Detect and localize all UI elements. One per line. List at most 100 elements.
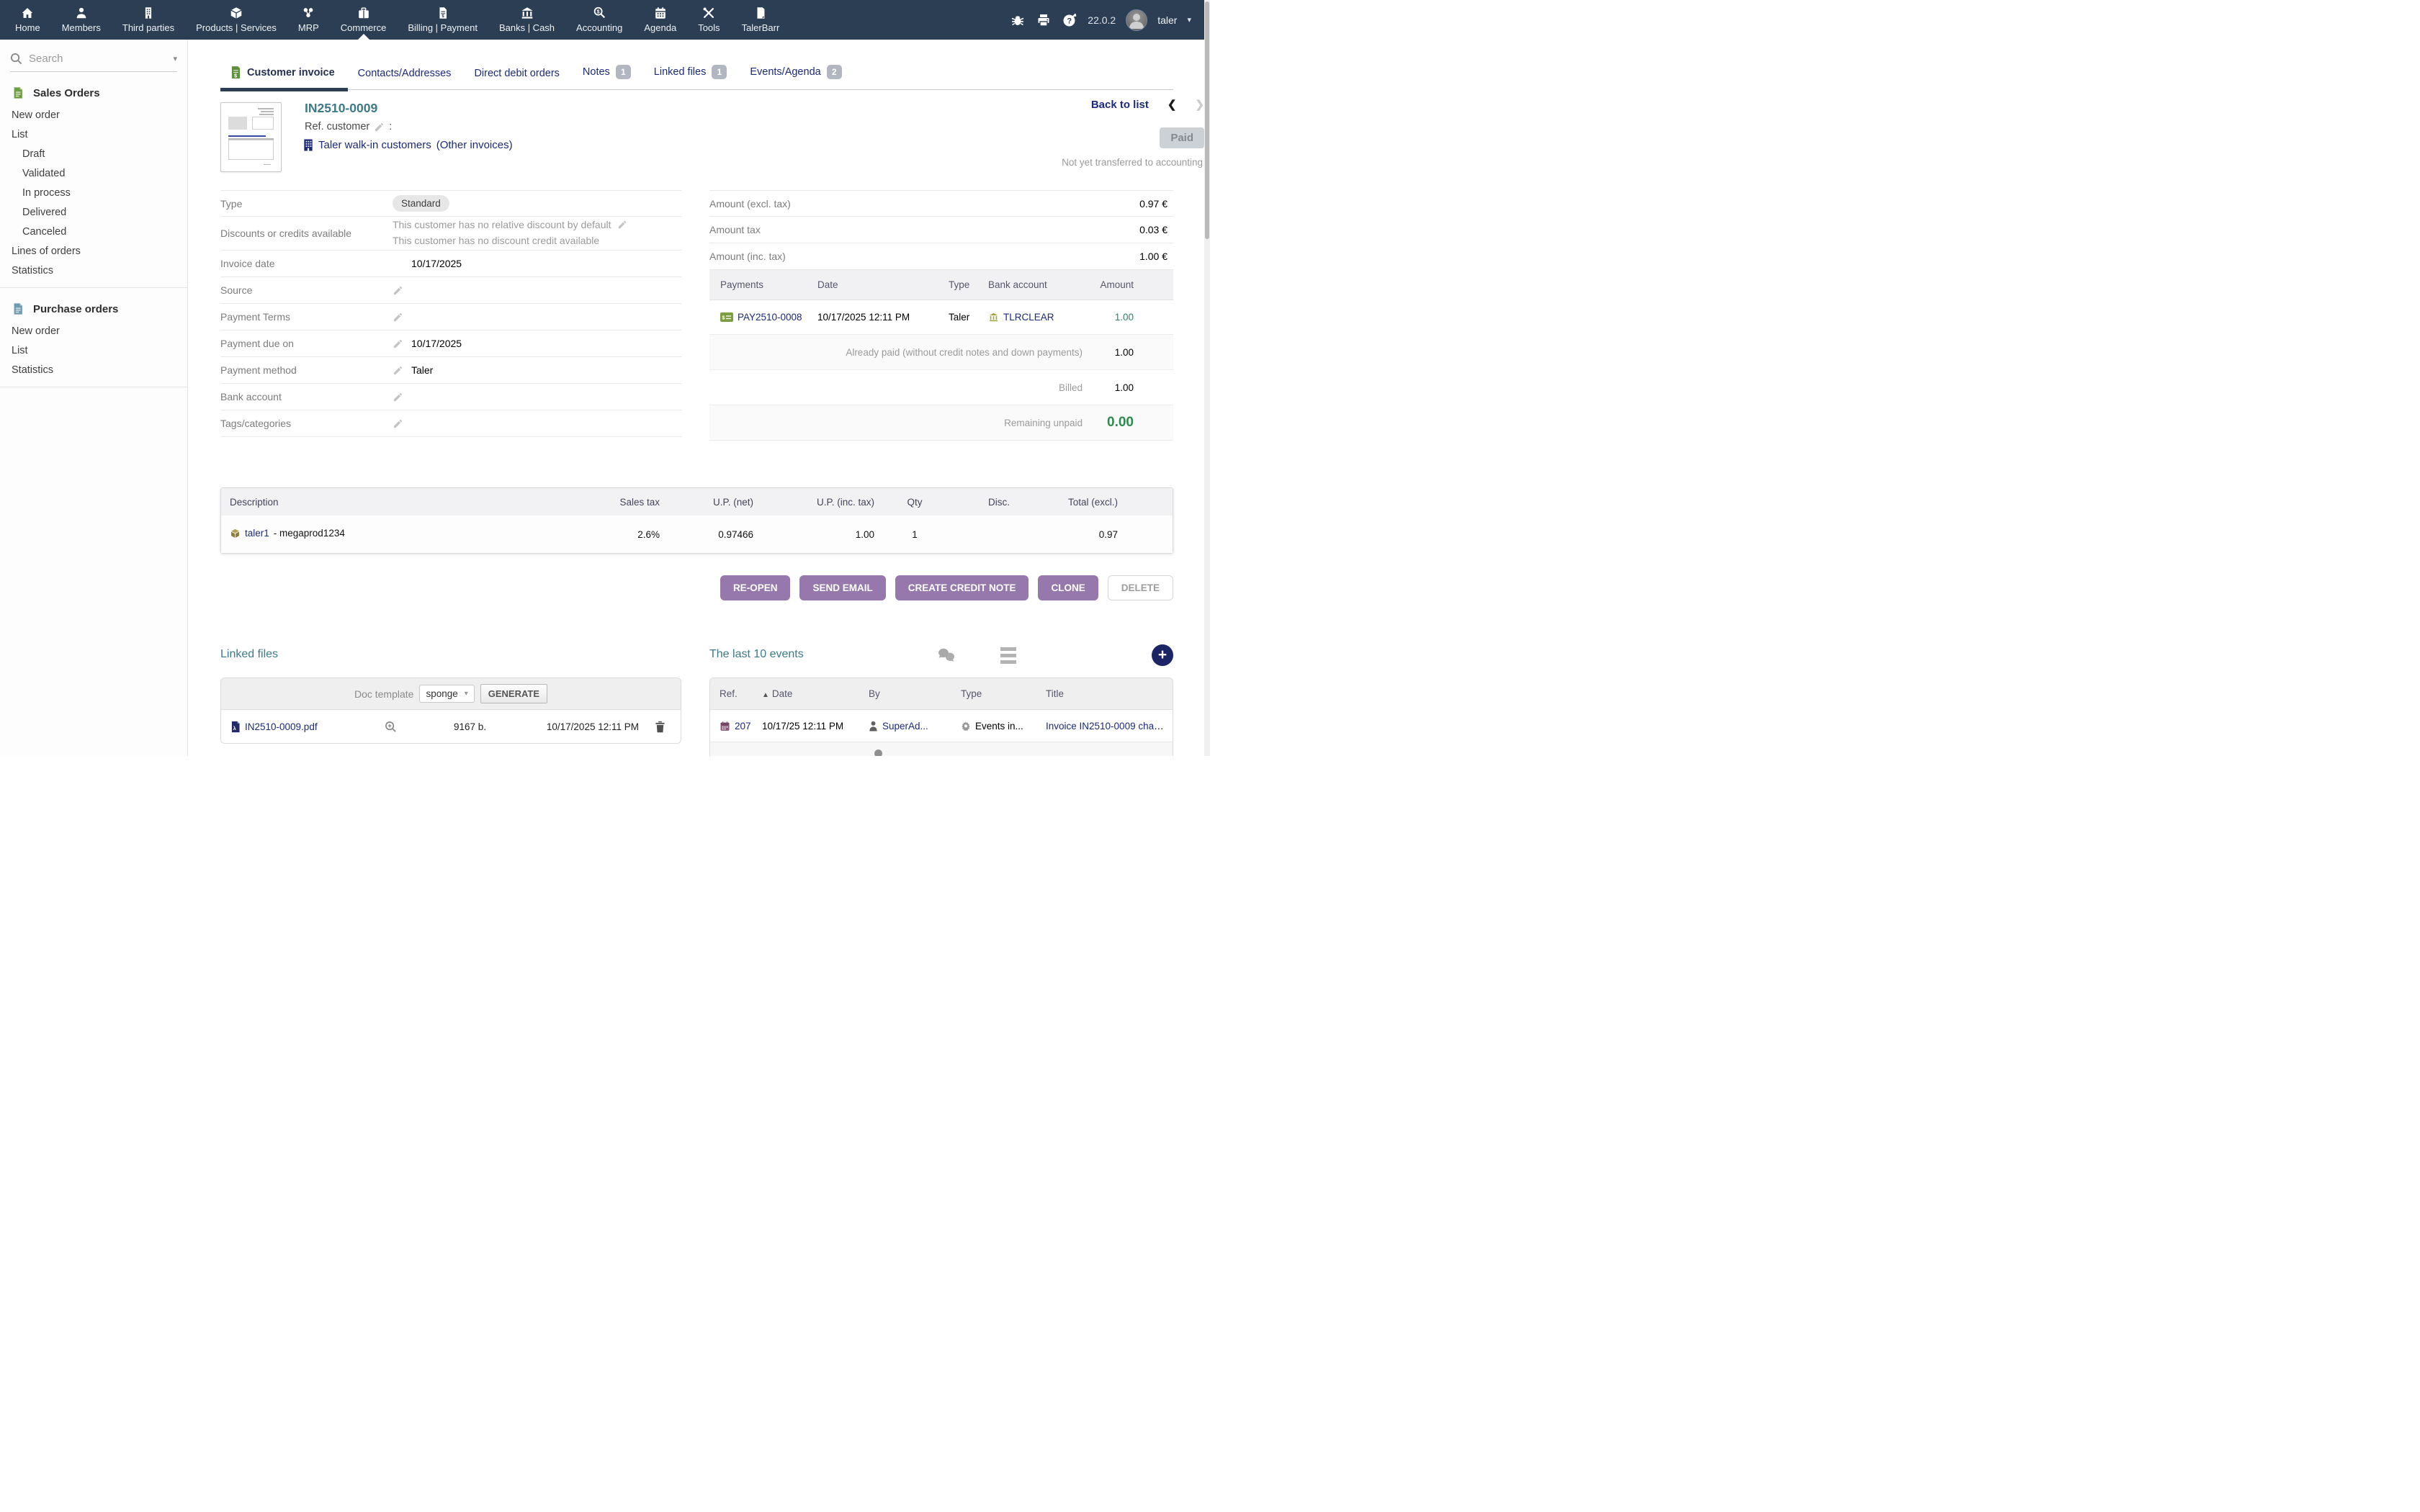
clone-button[interactable]: CLONE [1038, 575, 1098, 600]
linked-file-link[interactable]: IN2510-0009.pdf [245, 721, 318, 732]
sidebar-purchase-orders-title[interactable]: Purchase orders [0, 300, 187, 321]
sidebar-item-in-process[interactable]: In process [0, 183, 187, 202]
reopen-button[interactable]: RE-OPEN [720, 575, 791, 600]
sidebar-item-list[interactable]: List [0, 125, 187, 144]
edit-pencil-icon[interactable] [393, 392, 403, 402]
create-credit-note-button[interactable]: CREATE CREDIT NOTE [895, 575, 1029, 600]
col-header[interactable]: Title [1046, 688, 1173, 699]
nav-third-parties[interactable]: Third parties [112, 0, 185, 40]
tab-direct-debit-orders[interactable]: Direct debit orders [464, 60, 572, 89]
add-event-icon[interactable]: + [1152, 644, 1173, 666]
sidebar-item-po-statistics[interactable]: Statistics [0, 360, 187, 379]
tab-notes[interactable]: Notes 1 [573, 58, 644, 89]
event-author-link[interactable]: SuperAd... [882, 721, 928, 732]
bank-account-link[interactable]: TLRCLEAR [1003, 312, 1054, 323]
sum-label: Billed [709, 382, 1101, 393]
tab-contacts-addresses[interactable]: Contacts/Addresses [348, 60, 465, 89]
customer-link[interactable]: Taler walk-in customers [318, 139, 431, 151]
bug-report-icon[interactable] [1010, 12, 1026, 28]
event-row-partial [710, 742, 1173, 756]
nav-talerbarr[interactable]: TalerBarr [731, 0, 791, 40]
col-header: Payments [709, 279, 817, 290]
user-name[interactable]: taler [1157, 14, 1177, 26]
nav-members[interactable]: Members [51, 0, 112, 40]
search-caret-icon[interactable]: ▾ [173, 54, 177, 63]
invoice-pdf-thumbnail[interactable] [220, 102, 282, 172]
main-menu: Home Members Third parties Products | Se… [0, 0, 790, 40]
edit-pencil-icon[interactable] [393, 312, 403, 323]
field-label: Invoice date [220, 258, 393, 269]
edit-pencil-icon[interactable] [393, 418, 403, 429]
col-header: Sales tax [582, 488, 667, 516]
event-type: Events in... [975, 721, 1023, 732]
user-menu-chevron-icon[interactable]: ▾ [1187, 15, 1191, 24]
col-header-date[interactable]: ▲Date [762, 688, 869, 699]
tab-linked-files[interactable]: Linked files 1 [644, 58, 740, 89]
sidebar-item-po-new-order[interactable]: New order [0, 321, 187, 341]
nav-tools[interactable]: Tools [687, 0, 730, 40]
col-header[interactable]: Ref. [710, 688, 762, 699]
preview-zoom-icon[interactable] [374, 721, 407, 733]
sidebar-item-canceled[interactable]: Canceled [0, 222, 187, 241]
edit-pencil-icon[interactable] [393, 285, 403, 296]
nav-mrp[interactable]: MRP [287, 0, 330, 40]
previous-record-chevron-icon[interactable]: ❮ [1168, 98, 1177, 111]
field-label: Source [220, 284, 393, 296]
edit-pencil-icon[interactable] [374, 122, 385, 132]
nav-accounting[interactable]: $ Accounting [565, 0, 633, 40]
delete-file-trash-icon[interactable] [639, 721, 681, 733]
help-icon[interactable]: ? [1062, 12, 1077, 28]
generate-button[interactable]: GENERATE [480, 684, 547, 703]
col-header: Type [949, 279, 988, 290]
product-desc-suffix: - megaprod1234 [274, 528, 345, 539]
tab-customer-invoice[interactable]: $ Customer invoice [220, 58, 348, 89]
nav-products[interactable]: Products | Services [185, 0, 287, 40]
top-navbar: Home Members Third parties Products | Se… [0, 0, 1210, 40]
remaining-unpaid-row: Remaining unpaid 0.00 [709, 405, 1173, 441]
event-ref-link[interactable]: 207 [735, 721, 751, 732]
svg-text:?: ? [1067, 17, 1072, 25]
send-email-button[interactable]: SEND EMAIL [799, 575, 885, 600]
sidebar-sales-orders-title[interactable]: Sales Orders [0, 84, 187, 105]
col-header[interactable]: By [869, 688, 961, 699]
product-link[interactable]: taler1 [245, 528, 269, 539]
amount-excl-row: Amount (excl. tax) 0.97 € [709, 190, 1173, 217]
nav-commerce[interactable]: Commerce [330, 0, 398, 40]
messages-icon[interactable] [937, 647, 956, 663]
sidebar-item-new-order[interactable]: New order [0, 105, 187, 125]
search-input[interactable] [29, 53, 144, 65]
field-row-payment-terms: Payment Terms [220, 304, 681, 330]
nav-billing[interactable]: $ Billing | Payment [397, 0, 488, 40]
customer-suffix[interactable]: (Other invoices) [436, 139, 513, 151]
nav-home[interactable]: Home [4, 0, 51, 40]
sales-orders-section: Sales Orders New order List Draft Valida… [0, 72, 187, 288]
event-title-link[interactable]: Invoice IN2510-0009 change... [1046, 721, 1173, 732]
nav-banks[interactable]: Banks | Cash [488, 0, 565, 40]
edit-pencil-icon[interactable] [393, 338, 403, 349]
nav-agenda[interactable]: Agenda [633, 0, 687, 40]
scrollbar-thumb[interactable] [1205, 1, 1209, 239]
col-header[interactable]: Type [961, 688, 1046, 699]
user-avatar[interactable] [1126, 9, 1147, 31]
sidebar-item-statistics[interactable]: Statistics [0, 261, 187, 280]
lines-header-row: Description Sales tax U.P. (net) U.P. (i… [221, 488, 1173, 516]
tab-events-agenda[interactable]: Events/Agenda 2 [740, 58, 854, 89]
nav-label: Agenda [644, 22, 676, 33]
sidebar-item-validated[interactable]: Validated [0, 163, 187, 183]
back-to-list-link[interactable]: Back to list [1091, 99, 1149, 111]
doc-template-label: Doc template [354, 688, 413, 700]
mrp-icon [301, 6, 315, 20]
window-scrollbar[interactable] [1204, 0, 1210, 756]
list-view-icon[interactable] [1000, 647, 1016, 664]
sidebar-item-lines-of-orders[interactable]: Lines of orders [0, 241, 187, 261]
sidebar-item-draft[interactable]: Draft [0, 144, 187, 163]
edit-pencil-icon[interactable] [393, 365, 403, 376]
payment-ref-link[interactable]: PAY2510-0008 [738, 312, 802, 323]
edit-pencil-icon[interactable] [617, 220, 627, 230]
delete-button[interactable]: DELETE [1108, 575, 1173, 600]
doc-template-select[interactable]: sponge ▾ [419, 685, 474, 703]
sidebar-item-po-list[interactable]: List [0, 341, 187, 360]
print-icon[interactable] [1036, 12, 1052, 28]
sidebar-item-delivered[interactable]: Delivered [0, 202, 187, 222]
tab-label: Customer invoice [247, 67, 335, 78]
